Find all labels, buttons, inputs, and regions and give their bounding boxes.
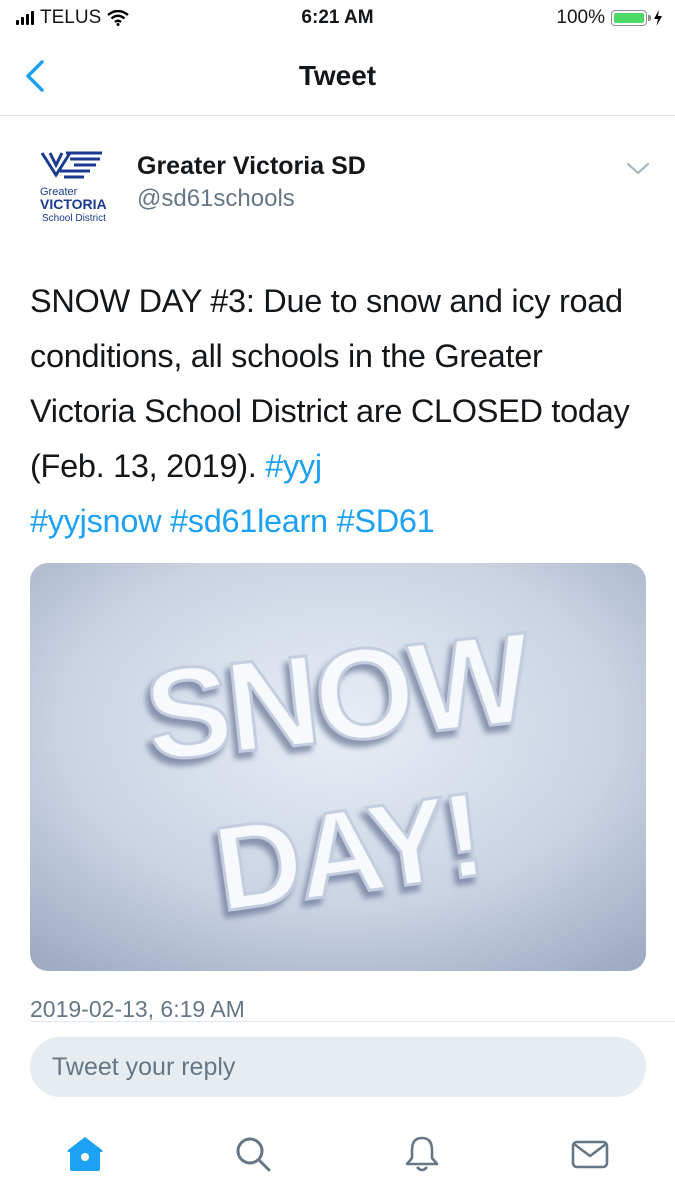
tab-notifications[interactable] — [402, 1134, 442, 1174]
hashtag-link[interactable]: #yyjsnow — [30, 503, 162, 539]
tab-home[interactable] — [65, 1134, 105, 1174]
divider — [30, 1021, 675, 1022]
notifications-icon — [405, 1136, 439, 1172]
hashtag-link[interactable]: #yyj — [265, 448, 322, 484]
messages-icon — [571, 1140, 609, 1169]
logo-line-victoria: VICTORIA — [40, 196, 107, 212]
tweet-body: SNOW DAY #3: Due to snow and icy road co… — [30, 283, 630, 484]
reply-input[interactable]: Tweet your reply — [30, 1037, 646, 1097]
battery-percent: 100% — [556, 7, 605, 28]
status-right: 100% — [556, 7, 663, 29]
author-handle[interactable]: @sd61schools — [137, 185, 295, 213]
tweet-image[interactable]: SNOW DAY! — [30, 563, 646, 971]
logo-line-district: School District — [42, 213, 106, 224]
page-title: Tweet — [298, 60, 377, 91]
status-bar: TELUS 6:21 AM 100% — [0, 0, 675, 38]
hashtag-link[interactable]: #SD61 — [337, 503, 435, 539]
district-logo-icon: Greater VICTORIA School District — [40, 151, 107, 224]
tab-search[interactable] — [233, 1134, 273, 1174]
tab-messages[interactable] — [570, 1134, 610, 1174]
author-name[interactable]: Greater Victoria SD — [137, 152, 366, 181]
home-icon — [67, 1137, 103, 1171]
tab-bar — [0, 1118, 675, 1200]
battery-icon — [611, 10, 651, 26]
hashtag-link[interactable]: #sd61learn — [170, 503, 328, 539]
tweet-menu-button[interactable] — [624, 158, 652, 180]
battery-fill — [614, 13, 644, 23]
chevron-down-icon — [626, 162, 650, 175]
search-icon — [236, 1137, 271, 1172]
charging-icon — [654, 10, 662, 26]
tweet-text: SNOW DAY #3: Due to snow and icy road co… — [30, 274, 650, 549]
tweet-timestamp: 2019-02-13, 6:19 AM — [30, 996, 245, 1022]
nav-bar: Tweet — [0, 38, 675, 116]
avatar[interactable]: Greater VICTORIA School District — [30, 145, 114, 229]
reply-placeholder: Tweet your reply — [52, 1053, 236, 1081]
